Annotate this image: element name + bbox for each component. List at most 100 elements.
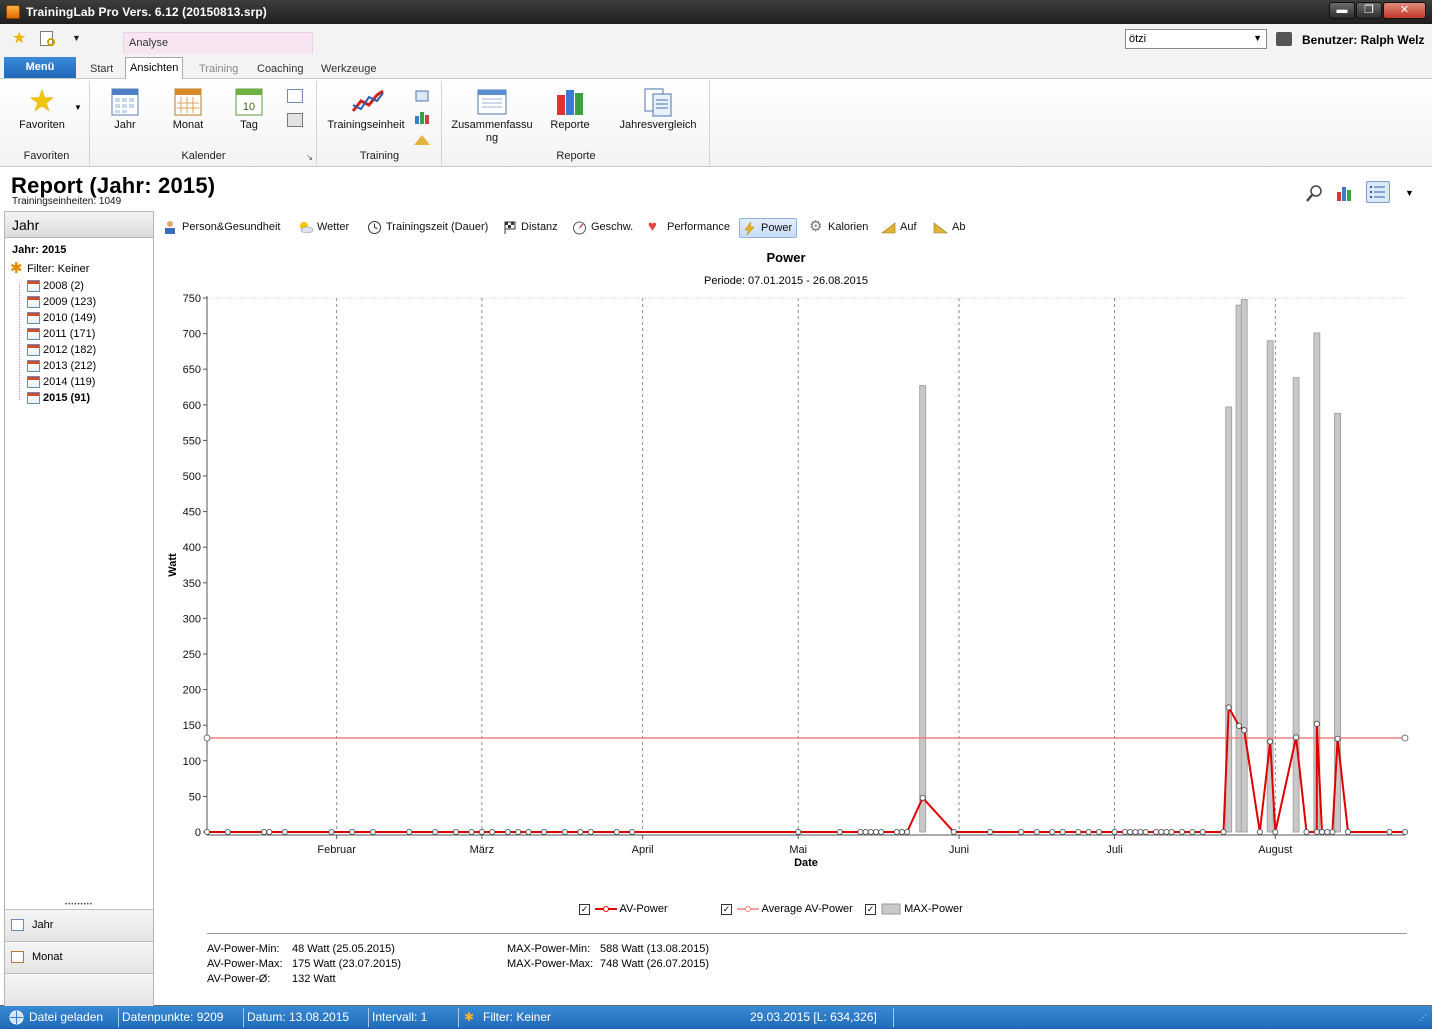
- import-icon[interactable]: [414, 89, 430, 103]
- legend-max-power[interactable]: ✓ MAX-Power: [865, 902, 963, 918]
- av-power-point[interactable]: [1096, 829, 1103, 836]
- maximize-button[interactable]: ❐: [1356, 2, 1382, 19]
- kalender-monat-button[interactable]: Monat: [166, 87, 210, 131]
- av-power-point[interactable]: [1018, 829, 1025, 836]
- tab-werkzeuge[interactable]: Werkzeuge: [317, 60, 380, 79]
- av-power-point[interactable]: [1199, 829, 1206, 836]
- av-power-point[interactable]: [1049, 829, 1056, 836]
- legend-av-power[interactable]: ✓ AV-Power: [579, 902, 668, 918]
- av-power-point[interactable]: [613, 829, 620, 836]
- av-power-point[interactable]: [577, 829, 584, 836]
- av-power-point[interactable]: [836, 829, 843, 836]
- av-power-point[interactable]: [1085, 829, 1092, 836]
- year-tree-item[interactable]: 2015 (91): [27, 391, 90, 407]
- tab-coaching[interactable]: Coaching: [253, 60, 307, 79]
- max-power-bar[interactable]: [1240, 299, 1248, 833]
- av-power-point[interactable]: [1386, 829, 1393, 836]
- av-power-point[interactable]: [950, 829, 957, 836]
- nav-jahr[interactable]: Jahr: [5, 909, 153, 941]
- av-power-point[interactable]: [919, 794, 926, 801]
- av-power-point[interactable]: [867, 829, 874, 836]
- list-view-icon[interactable]: [1366, 181, 1390, 203]
- category-distanz[interactable]: Distanz: [500, 218, 558, 238]
- av-power-point[interactable]: [1267, 738, 1274, 745]
- av-power-point[interactable]: [561, 829, 568, 836]
- legend-average-av-power[interactable]: ✓ Average AV-Power: [721, 902, 853, 918]
- av-power-point[interactable]: [1121, 829, 1128, 836]
- category-performance[interactable]: ♥ Performance: [646, 218, 730, 238]
- av-power-point[interactable]: [1303, 829, 1310, 836]
- av-power-point[interactable]: [1158, 829, 1165, 836]
- chevron-down-icon[interactable]: ▼: [1253, 33, 1262, 43]
- menu-button[interactable]: Menü: [4, 57, 76, 78]
- av-power-point[interactable]: [987, 829, 994, 836]
- av-power-point[interactable]: [1132, 829, 1139, 836]
- year-tree-item[interactable]: 2014 (119): [27, 375, 95, 391]
- av-power-point[interactable]: [629, 829, 636, 836]
- close-button[interactable]: ✕: [1383, 2, 1426, 19]
- av-power-point[interactable]: [904, 829, 911, 836]
- year-tree-item[interactable]: 2009 (123): [27, 295, 96, 311]
- jahresvergleich-button[interactable]: Jahresvergleich: [613, 87, 703, 131]
- category-ab[interactable]: Ab: [931, 218, 965, 238]
- category-power[interactable]: Power: [739, 218, 798, 238]
- av-power-point[interactable]: [1189, 829, 1196, 836]
- av-power-point[interactable]: [349, 829, 356, 836]
- av-power-point[interactable]: [328, 829, 335, 836]
- av-power-point[interactable]: [1033, 829, 1040, 836]
- av-power-point[interactable]: [266, 829, 273, 836]
- av-power-point[interactable]: [1236, 722, 1243, 729]
- av-power-point[interactable]: [1163, 829, 1170, 836]
- category-wetter[interactable]: Wetter: [296, 218, 349, 238]
- year-tree-item[interactable]: 2012 (182): [27, 343, 96, 359]
- average-av-power-point[interactable]: [1401, 734, 1409, 742]
- av-power-point[interactable]: [406, 829, 413, 836]
- av-power-point[interactable]: [1142, 829, 1149, 836]
- av-power-point[interactable]: [452, 829, 459, 836]
- year-tree-item[interactable]: 2010 (149): [27, 311, 96, 327]
- av-power-point[interactable]: [541, 829, 548, 836]
- star-icon[interactable]: ★: [12, 31, 28, 47]
- av-power-point[interactable]: [1075, 829, 1082, 836]
- av-power-point[interactable]: [1402, 829, 1409, 836]
- av-power-point[interactable]: [857, 829, 864, 836]
- year-tree-item[interactable]: 2011 (171): [27, 327, 95, 343]
- category-kalorien[interactable]: ⚙ Kalorien: [807, 218, 868, 238]
- av-power-point[interactable]: [878, 829, 885, 836]
- bar-chart-icon[interactable]: [414, 110, 430, 124]
- av-power-point[interactable]: [795, 829, 802, 836]
- av-power-point[interactable]: [1137, 829, 1144, 836]
- checkbox-icon[interactable]: ✓: [865, 903, 876, 915]
- av-power-point[interactable]: [369, 829, 376, 836]
- trainingseinheit-button[interactable]: Trainingseinheit: [322, 87, 410, 131]
- max-power-bar[interactable]: [919, 385, 927, 833]
- av-power-point[interactable]: [1334, 735, 1341, 742]
- av-power-point[interactable]: [515, 829, 522, 836]
- kalender-tag-button[interactable]: 10 Tag: [231, 87, 267, 131]
- checkbox-icon[interactable]: ✓: [579, 903, 590, 915]
- category-person-gesundheit[interactable]: Person&Gesundheit: [161, 218, 280, 238]
- av-power-point[interactable]: [1168, 829, 1175, 836]
- av-power-point[interactable]: [504, 829, 511, 836]
- tab-ansichten[interactable]: Ansichten: [125, 57, 184, 80]
- av-power-point[interactable]: [1220, 829, 1227, 836]
- av-power-point[interactable]: [1329, 829, 1336, 836]
- minimize-button[interactable]: ▬: [1329, 2, 1355, 19]
- av-power-point[interactable]: [1293, 734, 1300, 741]
- av-power-point[interactable]: [1153, 829, 1160, 836]
- av-power-point[interactable]: [1344, 829, 1351, 836]
- chevron-down-icon[interactable]: ▼: [74, 103, 82, 112]
- av-power-point[interactable]: [1324, 829, 1331, 836]
- av-power-point[interactable]: [478, 829, 485, 836]
- average-av-power-point[interactable]: [203, 734, 211, 742]
- zoom-icon[interactable]: [1305, 183, 1325, 203]
- av-power-point[interactable]: [1272, 829, 1279, 836]
- av-power-point[interactable]: [1225, 704, 1232, 711]
- resize-grip-icon[interactable]: ⋰: [1419, 1013, 1429, 1023]
- quick-access-dropdown-icon[interactable]: ▼: [72, 33, 81, 43]
- checkbox-icon[interactable]: ✓: [721, 903, 732, 915]
- filter-row[interactable]: ✱ Filter: Keiner: [10, 261, 89, 276]
- nav-monat[interactable]: Monat: [5, 941, 153, 973]
- av-power-point[interactable]: [489, 829, 496, 836]
- zusammenfassung-button[interactable]: Zusammenfassu ng: [447, 87, 537, 145]
